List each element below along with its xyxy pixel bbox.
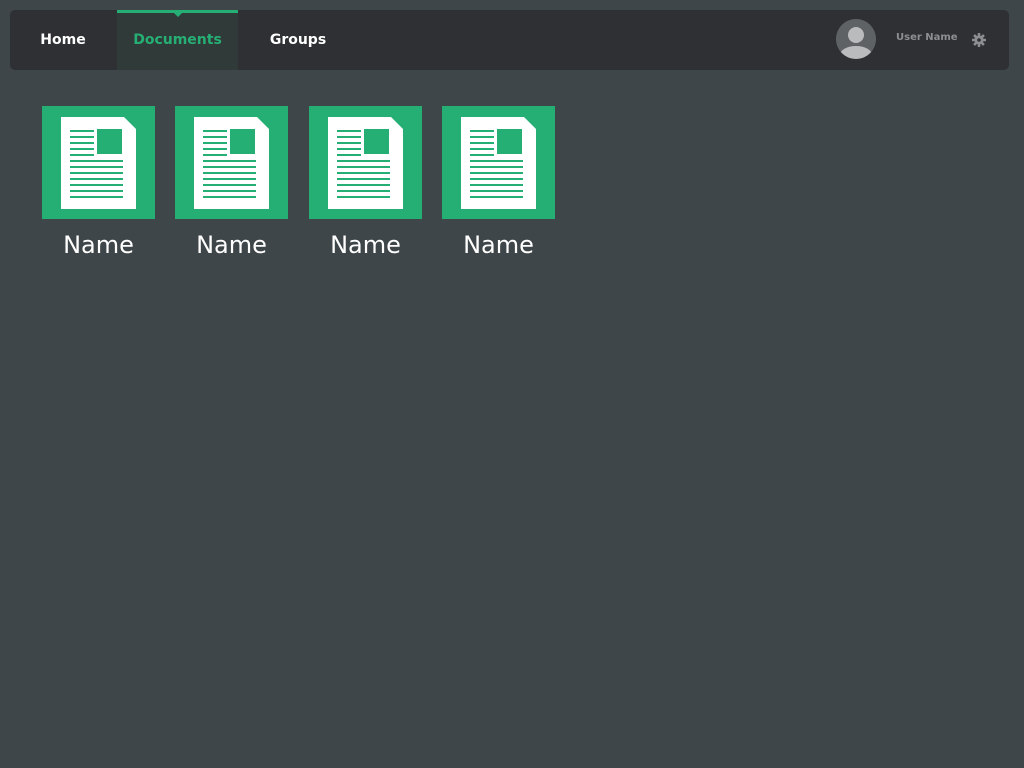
document-tile[interactable]: Name xyxy=(175,106,288,259)
tab-home[interactable]: Home xyxy=(20,10,106,70)
document-tile[interactable]: Name xyxy=(309,106,422,259)
document-icon xyxy=(328,117,403,209)
document-thumbnail xyxy=(175,106,288,219)
document-icon xyxy=(61,117,136,209)
document-name: Name xyxy=(463,231,534,259)
document-icon xyxy=(461,117,536,209)
user-name[interactable]: User Name xyxy=(896,32,958,43)
document-thumbnail xyxy=(309,106,422,219)
document-tile[interactable]: Name xyxy=(442,106,555,259)
document-name: Name xyxy=(330,231,401,259)
user-avatar-icon[interactable] xyxy=(836,19,876,59)
document-thumbnail xyxy=(442,106,555,219)
document-thumbnail xyxy=(42,106,155,219)
document-tile[interactable]: Name xyxy=(42,106,155,259)
document-name: Name xyxy=(196,231,267,259)
active-tab-indicator xyxy=(173,13,182,17)
gear-icon[interactable] xyxy=(970,31,988,49)
document-name: Name xyxy=(63,231,134,259)
document-icon xyxy=(194,117,269,209)
tab-documents-label: Documents xyxy=(133,32,222,48)
top-navbar: Home Documents Groups User Name xyxy=(10,10,1009,70)
tab-groups[interactable]: Groups xyxy=(251,10,345,70)
tab-documents[interactable]: Documents xyxy=(117,10,238,70)
